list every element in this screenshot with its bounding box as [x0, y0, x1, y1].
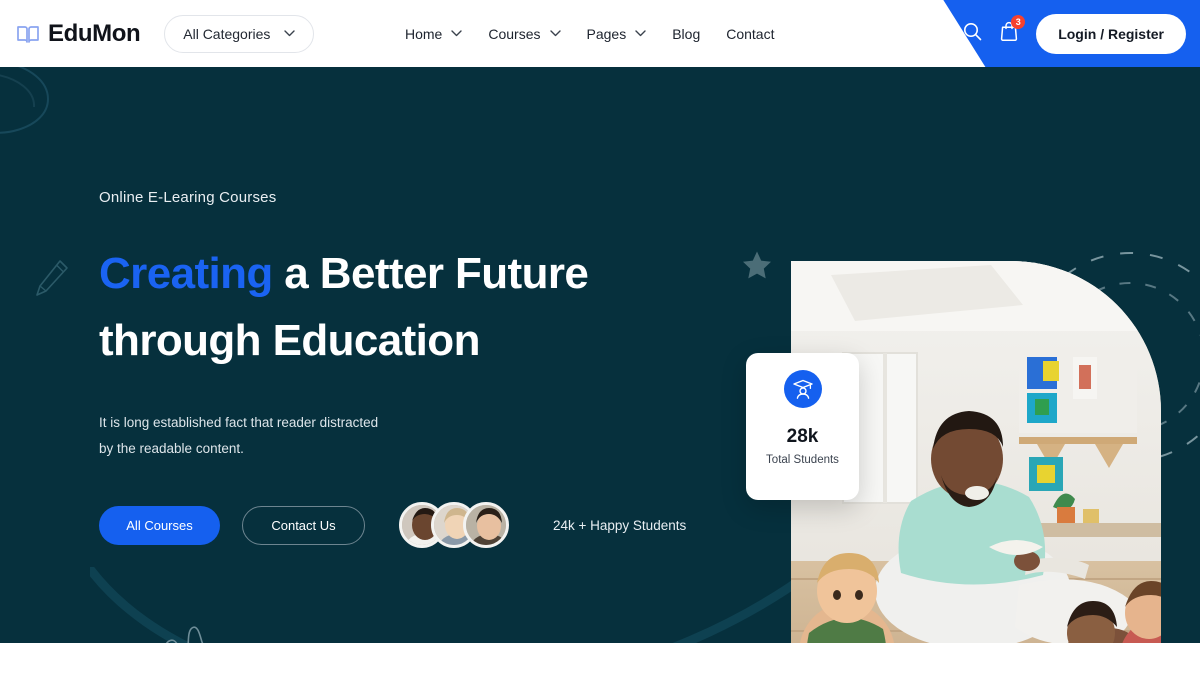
squiggle-line-decoration: [148, 620, 234, 643]
nav-label: Blog: [672, 25, 701, 42]
hero-section: Online E-Learing Courses Creating a Bett…: [0, 67, 1200, 643]
all-categories-label: All Categories: [183, 25, 271, 42]
pencil-icon-decoration: [32, 257, 72, 303]
hero-eyebrow: Online E-Learing Courses: [99, 189, 277, 206]
open-book-icon: [16, 24, 40, 44]
hero-headline-accent: Creating: [99, 249, 273, 298]
hero-description: It is long established fact that reader …: [99, 410, 399, 462]
cart-badge: 3: [1011, 15, 1026, 29]
blob-shape-decoration: [0, 67, 94, 183]
all-courses-button[interactable]: All Courses: [99, 505, 220, 545]
nav-label: Pages: [586, 25, 627, 42]
landing-page: EduMon All Categories Home Courses Pages…: [0, 0, 1200, 688]
site-header: EduMon All Categories Home Courses Pages…: [0, 0, 1200, 67]
hero-content: Online E-Learing Courses Creating a Bett…: [99, 189, 719, 548]
nav-label: Courses: [488, 25, 541, 42]
hero-description-line2: by the readable content.: [99, 441, 244, 456]
avatar: [463, 502, 509, 548]
nav-item-courses[interactable]: Courses: [488, 25, 561, 42]
shopping-bag-icon[interactable]: 3: [1000, 15, 1026, 46]
nav-item-pages[interactable]: Pages: [587, 26, 647, 42]
login-register-button[interactable]: Login / Register: [1036, 13, 1186, 54]
hero-headline-line2: through Education: [99, 316, 480, 365]
graduate-student-icon: [783, 370, 822, 408]
stat-card-total-students: 28k Total Students: [746, 353, 859, 500]
student-avatar-group[interactable]: [399, 502, 509, 548]
nav-label: Home: [405, 25, 443, 42]
chevron-down-icon: [635, 30, 646, 37]
header-actions: 3 Login / Register: [963, 0, 1186, 67]
hero-headline-rest: a Better Future: [272, 249, 589, 298]
wave-arc-decoration: [85, 564, 815, 643]
main-nav: Home Courses Pages Blog Contact: [405, 0, 774, 67]
nav-item-home[interactable]: Home: [405, 25, 463, 42]
logo[interactable]: EduMon: [16, 19, 141, 48]
hero-actions: All Courses Contact Us 24k + Happy Stude…: [99, 502, 719, 548]
chevron-down-icon: [284, 30, 296, 37]
stat-label: Total Students: [766, 454, 839, 466]
contact-us-button[interactable]: Contact Us: [242, 505, 365, 545]
search-icon[interactable]: [963, 22, 982, 46]
nav-label: Contact: [726, 25, 775, 42]
nav-item-blog[interactable]: Blog: [672, 26, 700, 42]
logo-text: EduMon: [48, 19, 141, 47]
hero-description-line1: It is long established fact that reader …: [99, 415, 379, 430]
chevron-down-icon: [451, 30, 463, 37]
chevron-down-icon: [549, 30, 561, 37]
hero-headline: Creating a Better Future through Educati…: [99, 240, 719, 374]
stat-value: 28k: [786, 426, 819, 447]
social-proof-text: 24k + Happy Students: [553, 517, 687, 533]
star-icon-decoration: [742, 250, 772, 280]
all-categories-dropdown[interactable]: All Categories: [164, 14, 315, 53]
nav-item-contact[interactable]: Contact: [726, 26, 774, 42]
